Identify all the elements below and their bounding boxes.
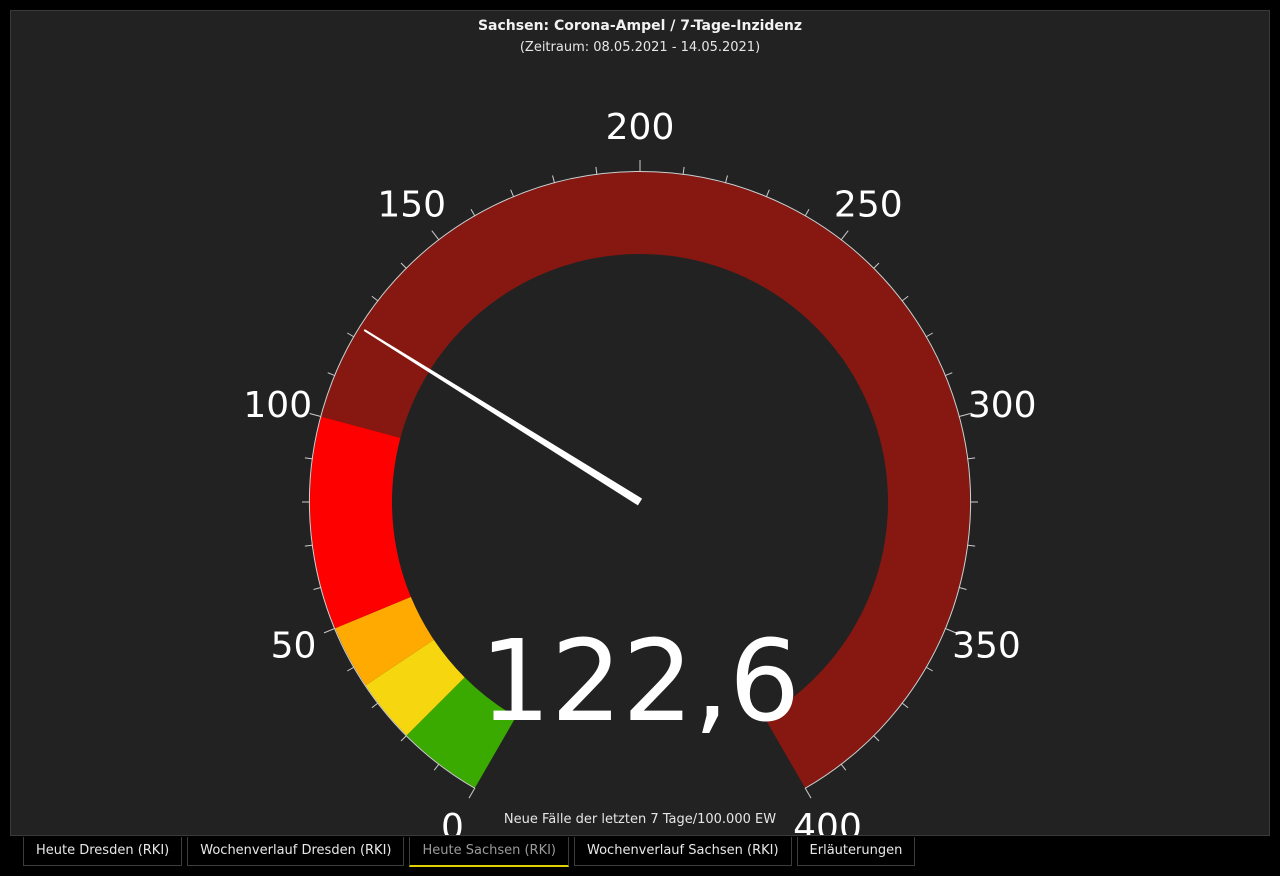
gauge-minor-tick [510,189,515,198]
gauge-minor-tick [304,544,313,547]
gauge-tick-label: 150 [377,184,446,225]
gauge-minor-tick [371,702,379,709]
gauge-band-3 [310,416,411,629]
tab-heute-sachsen[interactable]: Heute Sachsen (RKI) [409,837,570,867]
gauge-minor-tick [925,666,933,672]
gauge-tick-label: 50 [271,626,317,667]
gauge-minor-tick [304,457,313,460]
gauge-minor-tick [433,763,440,771]
gauge-minor-tick [347,666,355,672]
gauge-minor-tick [400,262,408,270]
gauge-minor-tick [682,166,685,175]
gauge-value-label: 122,6 [480,617,801,747]
gauge-minor-tick [901,295,909,302]
gauge-tick-label: 100 [243,385,312,426]
gauge-minor-tick [967,457,976,460]
gauge-minor-tick [400,734,408,742]
chart-panel: Sachsen: Corona-Ampel / 7-Tage-Inzidenz … [10,10,1270,836]
tab-heute-dresden[interactable]: Heute Dresden (RKI) [23,837,183,866]
gauge-major-tick [323,627,336,634]
gauge-minor-tick [347,332,355,338]
gauge-minor-tick [925,332,933,338]
gauge-minor-tick [840,763,847,771]
unit-label: Neue Fälle der letzten 7 Tage/100.000 EW [503,812,777,827]
gauge-minor-tick [944,372,953,377]
gauge-minor-tick [595,166,598,175]
gauge-minor-tick [765,189,770,198]
tab-erlaeuterungen[interactable]: Erläuterungen [796,837,916,866]
gauge-major-tick [840,230,849,241]
gauge-minor-tick [327,372,336,377]
gauge-minor-tick [371,295,379,302]
gauge-major-tick [431,230,440,241]
gauge-minor-tick [313,586,322,590]
gauge-minor-tick [552,175,556,184]
gauge-tick-label: 350 [952,626,1021,667]
gauge-minor-tick [901,702,909,709]
gauge-major-tick [804,787,812,799]
gauge-minor-tick [872,734,880,742]
gauge-minor-tick [470,209,476,217]
gauge-tick-label: 300 [968,385,1037,426]
gauge-minor-tick [724,175,728,184]
gauge-minor-tick [967,544,976,547]
gauge-minor-tick [804,209,810,217]
gauge-major-tick [468,787,476,799]
tab-wochenverlauf-dresden[interactable]: Wochenverlauf Dresden (RKI) [187,837,405,866]
gauge-chart: 050100150200250300350400122,6 [243,107,1037,835]
tab-bar: Heute Dresden (RKI) Wochenverlauf Dresde… [23,837,916,867]
gauge-minor-tick [958,586,967,590]
gauge-tick-label: 250 [834,184,903,225]
gauge-minor-tick [872,262,880,270]
gauge-tick-label: 200 [606,107,675,148]
tab-wochenverlauf-sachsen[interactable]: Wochenverlauf Sachsen (RKI) [574,837,792,866]
